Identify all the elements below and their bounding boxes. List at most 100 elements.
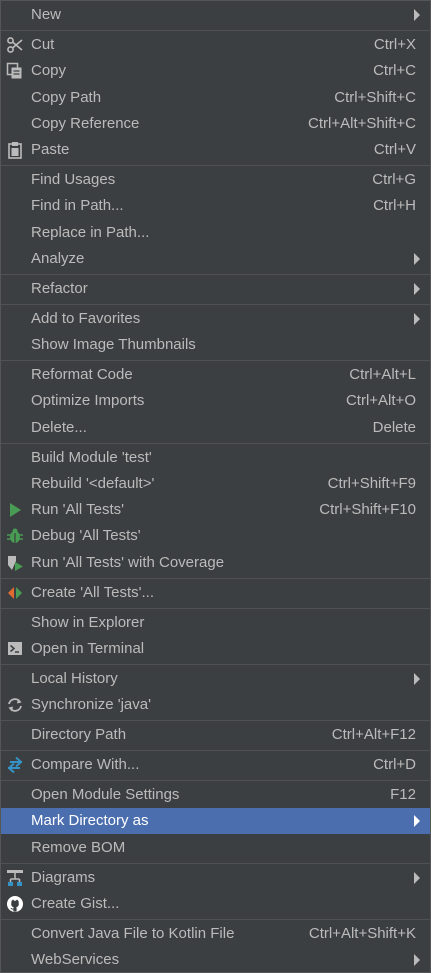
menu-item-rebuild[interactable]: Rebuild '<default>' Ctrl+Shift+F9 [1,471,430,497]
menu-item-show-image-thumbnails[interactable]: Show Image Thumbnails [1,332,430,358]
menu-item-copy-reference[interactable]: Copy Reference Ctrl+Alt+Shift+C [1,111,430,137]
menu-item-label: Directory Path [31,726,127,743]
menu-separator [1,274,430,275]
menu-item-label: Show Image Thumbnails [31,336,196,353]
menu-item-label: Rebuild '<default>' [31,475,155,492]
submenu-arrow-icon [414,673,420,685]
menu-item-find-in-path[interactable]: Find in Path... Ctrl+H [1,193,430,219]
sync-icon [6,696,24,714]
menu-item-debug-all-tests[interactable]: Debug 'All Tests' [1,523,430,549]
menu-item-convert-java-to-kotlin[interactable]: Convert Java File to Kotlin File Ctrl+Al… [1,921,430,947]
menu-item-label: Run 'All Tests' [31,501,124,518]
shortcut-label: Ctrl+Alt+L [349,366,416,383]
menu-item-label: Show in Explorer [31,614,145,631]
menu-item-add-to-favorites[interactable]: Add to Favorites [1,306,430,332]
menu-separator [1,304,430,305]
menu-item-find-usages[interactable]: Find Usages Ctrl+G [1,167,430,193]
menu-item-create-gist[interactable]: Create Gist... [1,891,430,917]
menu-separator [1,608,430,609]
menu-item-directory-path[interactable]: Directory Path Ctrl+Alt+F12 [1,722,430,748]
menu-item-label: Delete... [31,419,87,436]
menu-item-copy[interactable]: Copy Ctrl+C [1,58,430,84]
menu-item-delete[interactable]: Delete... Delete [1,415,430,441]
menu-item-webservices[interactable]: WebServices [1,947,430,973]
menu-item-label: Compare With... [31,756,140,773]
shortcut-label: Ctrl+Alt+O [345,392,416,409]
menu-separator [1,780,430,781]
submenu-arrow-icon [414,815,420,827]
menu-item-label: Optimize Imports [31,392,145,409]
menu-item-label: Find Usages [31,171,116,188]
menu-item-open-in-terminal[interactable]: Open in Terminal [1,636,430,662]
menu-separator [1,664,430,665]
menu-item-create-all-tests[interactable]: Create 'All Tests'... [1,580,430,606]
menu-item-label: Create 'All Tests'... [31,584,154,601]
diagram-icon [6,869,24,887]
menu-item-label: Find in Path... [31,197,124,214]
shortcut-label: Ctrl+C [373,62,416,79]
copy-icon [6,62,24,80]
menu-item-synchronize[interactable]: Synchronize 'java' [1,692,430,718]
debug-bug-icon [6,527,24,545]
menu-separator [1,578,430,579]
menu-item-label: Open Module Settings [31,786,180,803]
menu-item-label: Local History [31,670,118,687]
submenu-arrow-icon [414,9,420,21]
menu-item-new[interactable]: New [1,2,430,28]
menu-item-replace-in-path[interactable]: Replace in Path... [1,220,430,246]
menu-separator [1,863,430,864]
menu-item-label: Remove BOM [31,839,126,856]
menu-item-copy-path[interactable]: Copy Path Ctrl+Shift+C [1,85,430,111]
shortcut-label: Ctrl+H [373,197,416,214]
menu-item-refactor[interactable]: Refactor [1,276,430,302]
shortcut-label: Ctrl+Alt+Shift+C [308,115,416,132]
compare-arrows-icon [6,756,24,774]
submenu-arrow-icon [414,313,420,325]
menu-item-label: Synchronize 'java' [31,696,151,713]
menu-item-label: New [31,6,62,23]
menu-item-build-module[interactable]: Build Module 'test' [1,445,430,471]
shortcut-label: Ctrl+Shift+C [334,89,416,106]
menu-item-analyze[interactable]: Analyze [1,246,430,272]
menu-item-local-history[interactable]: Local History [1,666,430,692]
menu-item-label: Mark Directory as [31,812,149,829]
menu-item-label: Replace in Path... [31,224,150,241]
shortcut-label: Ctrl+D [373,756,416,773]
submenu-arrow-icon [414,954,420,966]
menu-separator [1,30,430,31]
menu-item-optimize-imports[interactable]: Optimize Imports Ctrl+Alt+O [1,388,430,414]
menu-separator [1,750,430,751]
menu-item-diagrams[interactable]: Diagrams [1,865,430,891]
menu-item-label: Copy Reference [31,115,140,132]
menu-item-label: Cut [31,36,55,53]
menu-item-cut[interactable]: Cut Ctrl+X [1,32,430,58]
shortcut-label: Ctrl+Alt+F12 [331,726,416,743]
menu-item-run-all-tests[interactable]: Run 'All Tests' Ctrl+Shift+F10 [1,497,430,523]
menu-item-run-with-coverage[interactable]: Run 'All Tests' with Coverage [1,550,430,576]
project-context-menu: New Cut Ctrl+X Copy Ctrl+C Copy Path Ctr… [0,0,431,973]
menu-item-label: Copy Path [31,89,102,106]
submenu-arrow-icon [414,253,420,265]
menu-item-label: WebServices [31,951,120,968]
submenu-arrow-icon [414,872,420,884]
menu-item-open-module-settings[interactable]: Open Module Settings F12 [1,782,430,808]
menu-item-compare-with[interactable]: Compare With... Ctrl+D [1,752,430,778]
clipboard-icon [6,141,24,159]
shortcut-label: Ctrl+V [373,141,416,158]
menu-item-label: Create Gist... [31,895,120,912]
coverage-icon [6,554,24,572]
menu-item-label: Analyze [31,250,85,267]
menu-item-show-in-explorer[interactable]: Show in Explorer [1,610,430,636]
menu-item-mark-directory-as[interactable]: Mark Directory as [1,808,430,834]
menu-item-label: Debug 'All Tests' [31,527,141,544]
menu-item-paste[interactable]: Paste Ctrl+V [1,137,430,163]
menu-item-remove-bom[interactable]: Remove BOM [1,835,430,861]
shortcut-label: Ctrl+Shift+F10 [319,501,416,518]
shortcut-label: F12 [390,786,416,803]
menu-item-label: Convert Java File to Kotlin File [31,925,235,942]
menu-item-label: Paste [31,141,70,158]
menu-separator [1,720,430,721]
shortcut-label: Ctrl+Alt+Shift+K [308,925,416,942]
menu-item-label: Reformat Code [31,366,133,383]
menu-item-reformat-code[interactable]: Reformat Code Ctrl+Alt+L [1,362,430,388]
